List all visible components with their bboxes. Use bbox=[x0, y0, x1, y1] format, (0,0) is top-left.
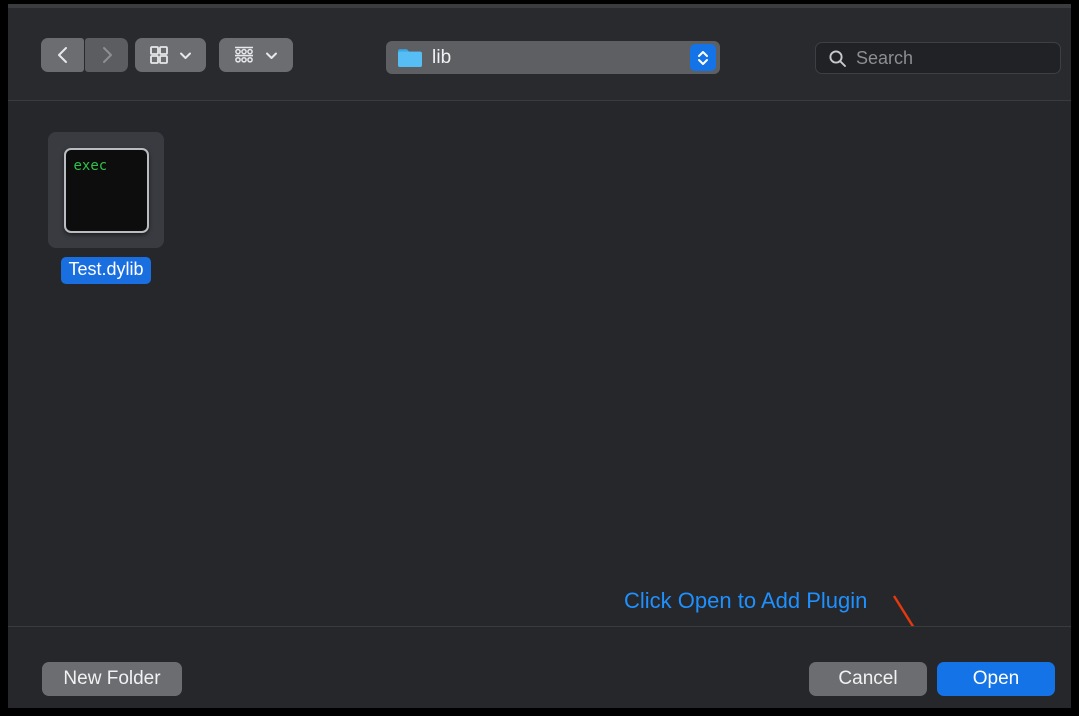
path-popup-button[interactable]: lib bbox=[386, 41, 720, 74]
folder-icon bbox=[398, 49, 422, 67]
forward-button[interactable] bbox=[85, 38, 128, 72]
chevron-down-icon bbox=[266, 52, 277, 59]
search-input[interactable] bbox=[856, 47, 1046, 69]
footer-bar: New Folder Cancel Open bbox=[8, 627, 1071, 708]
file-icon-tile[interactable]: exec bbox=[48, 132, 164, 248]
chevron-left-icon bbox=[57, 47, 67, 63]
back-button[interactable] bbox=[41, 38, 84, 72]
cancel-button[interactable]: Cancel bbox=[809, 662, 927, 696]
group-list-icon bbox=[235, 46, 253, 63]
path-stepper-icon[interactable] bbox=[690, 44, 716, 71]
file-browser-area[interactable]: exec Test.dylib Click Open to Add Plugin bbox=[8, 101, 1071, 712]
view-mode-button[interactable] bbox=[135, 38, 206, 72]
exec-icon-label: exec bbox=[73, 157, 108, 174]
group-by-button[interactable] bbox=[219, 38, 293, 72]
toolbar: lib bbox=[8, 8, 1071, 101]
open-file-dialog-window: lib exec Test.dylib bbox=[8, 4, 1071, 712]
open-button[interactable]: Open bbox=[937, 662, 1055, 696]
search-field[interactable] bbox=[815, 42, 1061, 74]
file-name-label[interactable]: Test.dylib bbox=[61, 257, 151, 284]
chevron-right-icon bbox=[102, 47, 112, 63]
window-bottom-edge bbox=[8, 708, 1071, 712]
new-folder-button[interactable]: New Folder bbox=[42, 662, 182, 696]
file-item[interactable]: exec Test.dylib bbox=[41, 132, 171, 284]
annotation-text: Click Open to Add Plugin bbox=[624, 588, 868, 613]
path-label: lib bbox=[432, 46, 452, 68]
chevron-up-down-icon bbox=[698, 50, 708, 65]
chevron-down-icon bbox=[179, 52, 191, 59]
unix-executable-icon: exec bbox=[63, 147, 149, 233]
search-icon bbox=[829, 49, 846, 67]
grid-view-icon bbox=[149, 46, 168, 64]
